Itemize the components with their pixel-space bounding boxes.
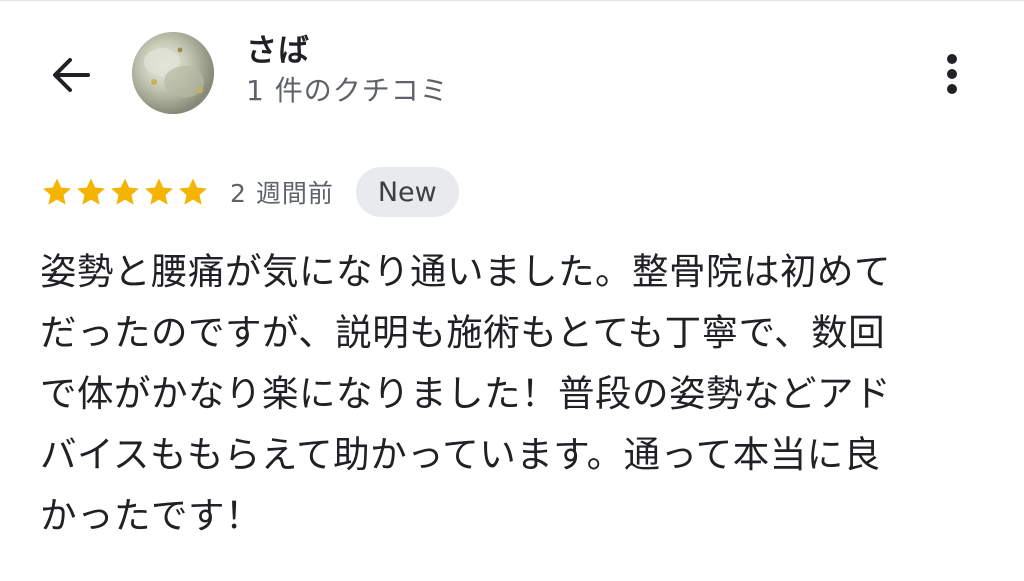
review-count: 1 件のクチコミ <box>246 74 449 107</box>
review-meta: 2 週間前 New <box>40 165 459 219</box>
back-button[interactable] <box>44 49 96 101</box>
star-icon <box>111 178 139 205</box>
reviewer-name[interactable]: さば <box>246 31 449 71</box>
more-options-button[interactable] <box>930 46 974 102</box>
star-icon <box>77 178 105 205</box>
review-text-line: で体がかなり楽になりました！普段の姿勢などアド <box>40 372 891 415</box>
review-text-line: バイスももらえて助かっています。通って本当に良 <box>40 433 881 476</box>
avatar[interactable] <box>132 32 214 114</box>
avatar-image <box>132 32 214 114</box>
review-text: 姿勢と腰痛が気になり通いました。整骨院は初めて だったのですが、説明も施術もとても… <box>40 241 985 546</box>
star-icon <box>145 178 173 205</box>
review-time: 2 週間前 <box>230 179 334 208</box>
review-text-line: だったのですが、説明も施術もとても丁寧で、数回 <box>40 311 886 354</box>
new-badge: New <box>355 167 459 217</box>
star-icon <box>179 178 207 205</box>
reviewer-header: さば 1 件のクチコミ <box>246 31 449 109</box>
review-text-line: 姿勢と腰痛が気になり通いました。整骨院は初めて <box>40 250 891 293</box>
review-detail-page: さば 1 件のクチコミ 2 週間前 New 姿勢と腰痛が気になり通いました。整骨… <box>0 0 1024 581</box>
more-vert-icon <box>947 54 957 94</box>
star-rating <box>40 175 210 209</box>
review-text-line: かったです！ <box>40 494 262 537</box>
star-icon <box>43 178 71 205</box>
arrow-back-icon <box>53 58 90 92</box>
